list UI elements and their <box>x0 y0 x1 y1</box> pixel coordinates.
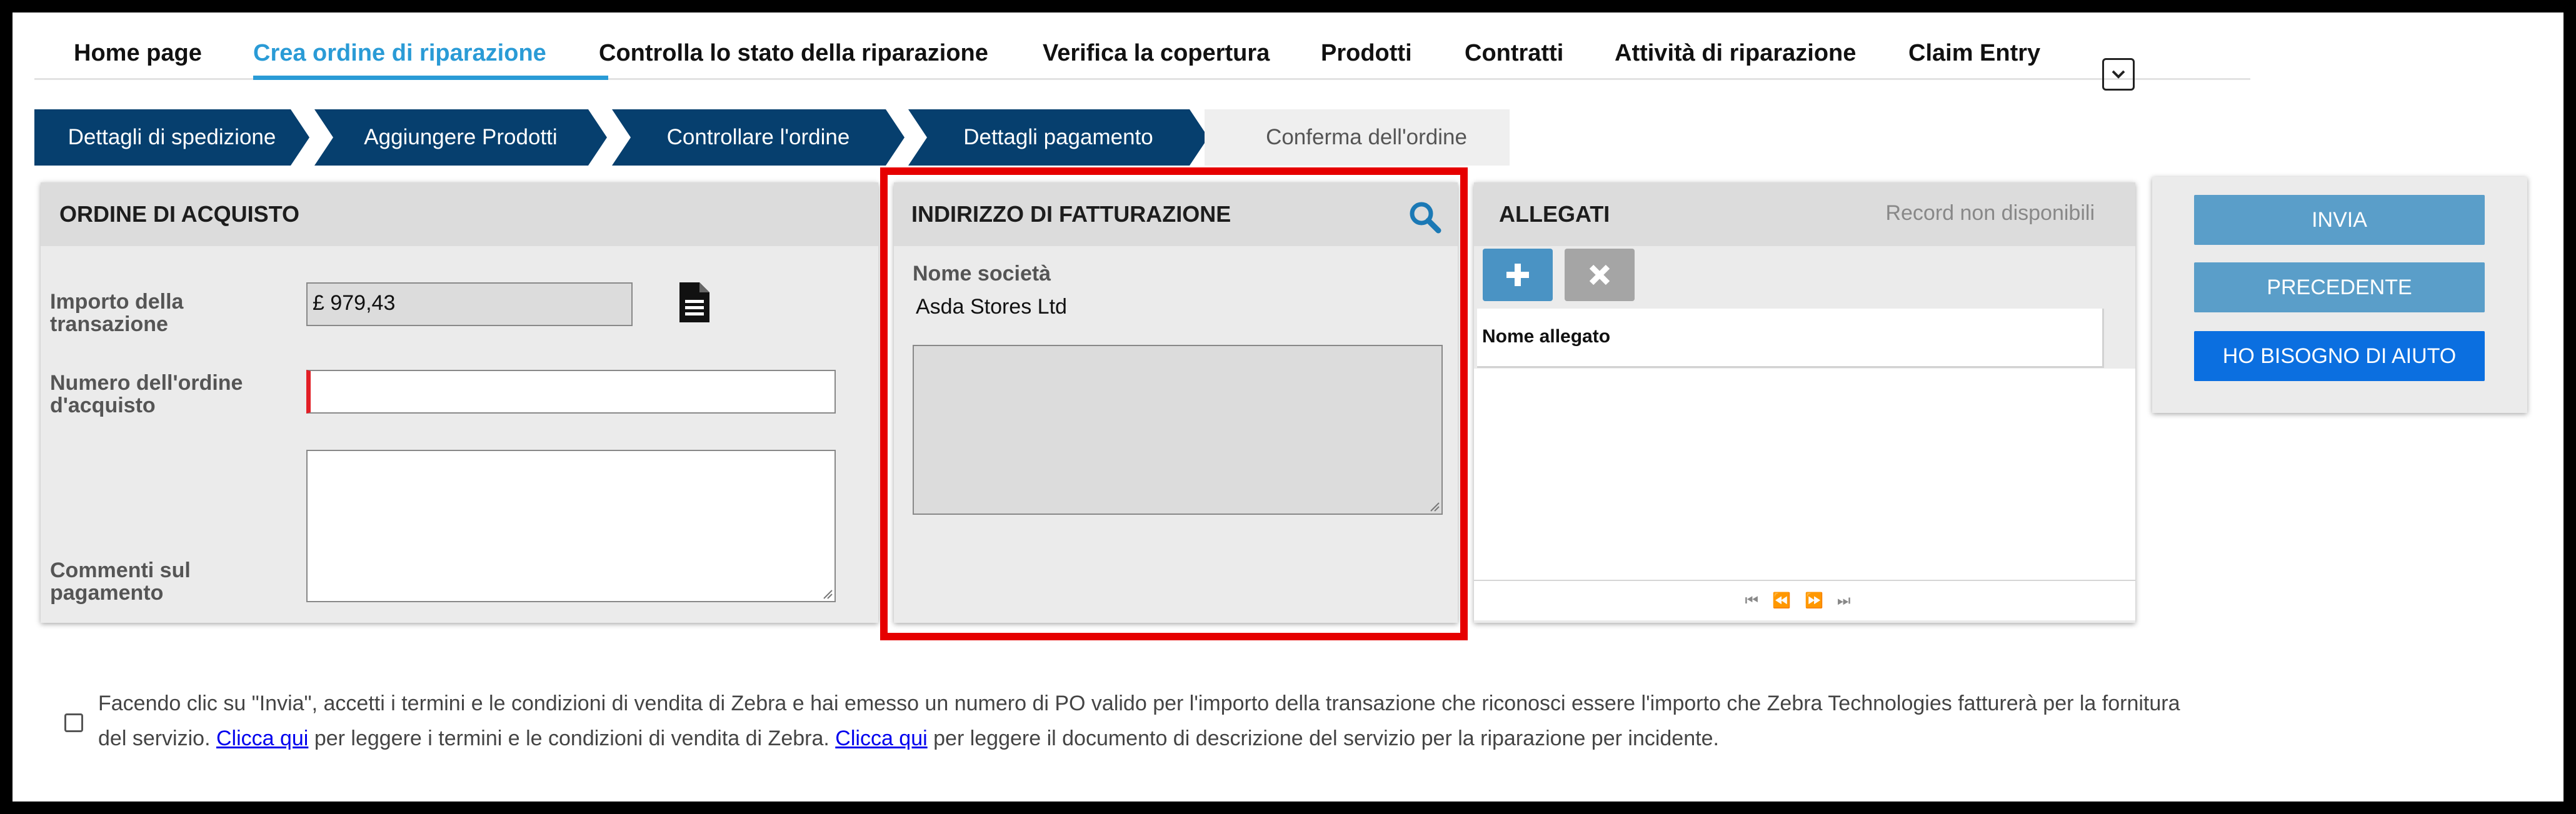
purchase-order-panel: ORDINE DI ACQUISTO Importo della transaz… <box>41 182 878 623</box>
po-number-label: Numero dell'ordine d'acquisto <box>50 371 243 417</box>
step-review-order[interactable]: Controllare l'ordine <box>612 109 905 166</box>
add-attachment-button[interactable] <box>1483 249 1553 301</box>
need-help-button[interactable]: HO BISOGNO DI AIUTO <box>2194 331 2485 381</box>
purchase-order-header: ORDINE DI ACQUISTO <box>41 182 878 246</box>
nav-more-button[interactable] <box>2102 58 2135 91</box>
nav-repair-activities[interactable]: Attività di riparazione <box>1615 36 1856 71</box>
attachments-header: ALLEGATI Record non disponibili <box>1474 182 2135 246</box>
po-number-input[interactable] <box>306 370 836 414</box>
purchase-order-title: ORDINE DI ACQUISTO <box>59 201 300 227</box>
nav-products[interactable]: Prodotti <box>1321 36 1412 71</box>
submit-button[interactable]: INVIA <box>2194 195 2485 245</box>
document-icon[interactable] <box>679 282 709 322</box>
first-page-icon[interactable]: ⏮ <box>1745 592 1773 609</box>
remove-attachment-button[interactable] <box>1565 249 1635 301</box>
service-description-link[interactable]: Clicca qui <box>835 727 927 750</box>
transaction-amount-label: Importo della transazione <box>50 290 184 336</box>
step-add-products[interactable]: Aggiungere Prodotti <box>314 109 607 166</box>
transaction-amount-field: £ 979,43 <box>306 282 633 326</box>
next-page-icon[interactable]: ⏩ <box>1805 592 1837 609</box>
previous-page-icon[interactable]: ⏪ <box>1772 592 1805 609</box>
nav-contracts[interactable]: Contratti <box>1465 36 1563 71</box>
nav-verify-coverage[interactable]: Verifica la copertura <box>1043 36 1270 71</box>
billing-address-highlight <box>880 167 1468 640</box>
attachments-title: ALLEGATI <box>1499 201 1610 227</box>
payment-comments-label: Commenti sul pagamento <box>50 558 191 605</box>
step-shipping-details[interactable]: Dettagli di spedizione <box>34 109 309 166</box>
step-payment-details[interactable]: Dettagli pagamento <box>908 109 1208 166</box>
attachment-name-column-header[interactable]: Nome allegato <box>1482 326 1610 347</box>
nav-create-repair-order[interactable]: Crea ordine di riparazione <box>253 36 546 71</box>
active-nav-indicator <box>253 76 608 80</box>
checkout-stepper: Dettagli di spedizione Aggiungere Prodot… <box>34 109 1510 166</box>
previous-button[interactable]: PRECEDENTE <box>2194 262 2485 312</box>
attachments-table-header: Nome allegato <box>1477 309 2104 368</box>
last-page-icon[interactable]: ⏭ <box>1837 592 1865 609</box>
terms-text-part2: per leggere i termini e le condizioni di… <box>314 727 829 750</box>
nav-check-repair-status[interactable]: Controlla lo stato della riparazione <box>599 36 988 71</box>
step-order-confirmation: Conferma dell'ordine <box>1205 109 1510 166</box>
terms-text-part3: per leggere il documento di descrizione … <box>933 727 1719 750</box>
attachments-status: Record non disponibili <box>1885 201 2095 225</box>
chevron-down-icon <box>2112 70 2125 79</box>
plus-icon <box>1506 264 1529 286</box>
payment-comments-textarea[interactable] <box>306 450 836 602</box>
attachments-pager: ⏮⏪⏩⏭ <box>1474 580 2135 620</box>
attachments-table-body <box>1474 369 2135 580</box>
nav-claim-entry[interactable]: Claim Entry <box>1908 36 2040 71</box>
top-navigation: Home page Crea ordine di riparazione Con… <box>34 28 2250 91</box>
nav-home-page[interactable]: Home page <box>74 36 202 71</box>
accept-terms-checkbox[interactable] <box>64 713 83 732</box>
terms-text: Facendo clic su "Invia", accetti i termi… <box>98 686 2211 756</box>
terms-link[interactable]: Clicca qui <box>216 727 308 750</box>
close-icon <box>1589 264 1610 285</box>
resize-handle-icon[interactable] <box>821 588 833 599</box>
